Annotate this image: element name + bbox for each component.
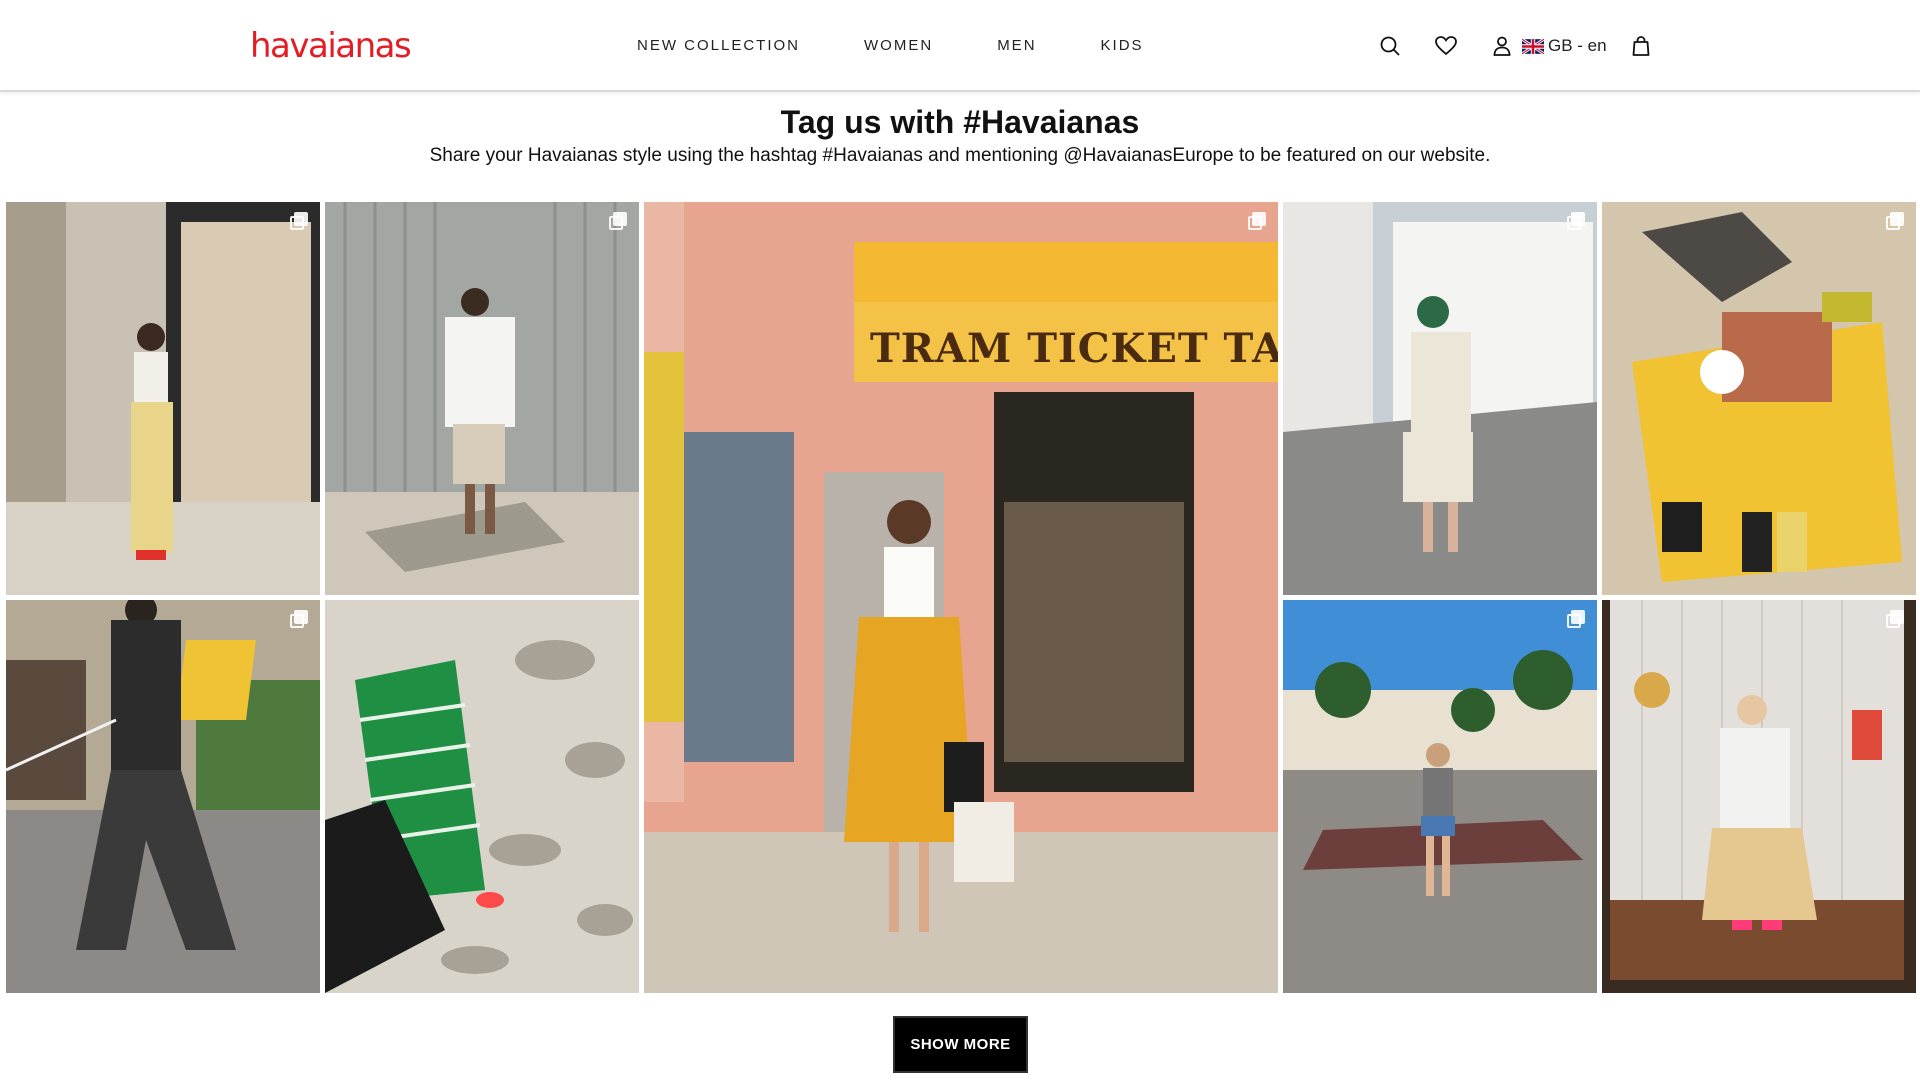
locale-selector[interactable]: GB - en	[1522, 36, 1607, 56]
locale-label: GB - en	[1548, 36, 1607, 55]
gallery-tile-2[interactable]	[325, 202, 639, 595]
multi-image-icon	[1248, 212, 1268, 232]
photo-beach-towel	[1602, 202, 1916, 595]
heart-icon[interactable]	[1432, 32, 1460, 60]
ugc-gallery: TRAM TICKET TABA	[6, 202, 1918, 993]
site-header: havaianas NEW COLLECTION WOMEN MEN KIDS …	[0, 0, 1920, 92]
gallery-tile-9[interactable]	[1602, 600, 1916, 993]
tram-ticket-sign: TRAM TICKET TABA	[870, 325, 1278, 372]
multi-image-icon	[1567, 212, 1587, 232]
bag-icon[interactable]	[1627, 32, 1655, 60]
show-more-button[interactable]: SHOW MORE	[893, 1016, 1028, 1073]
photo-woman-with-baby	[1283, 202, 1597, 595]
header-actions: GB - en	[1376, 32, 1655, 60]
user-icon[interactable]	[1488, 32, 1516, 60]
multi-image-icon	[290, 610, 310, 630]
multi-image-icon	[290, 212, 310, 232]
gallery-tile-4[interactable]	[1283, 202, 1597, 595]
multi-image-icon	[609, 212, 629, 232]
nav-women[interactable]: WOMEN	[864, 36, 933, 56]
photo-palm-street	[1283, 600, 1597, 993]
multi-image-icon	[1886, 610, 1906, 630]
page-subtitle: Share your Havaianas style using the has…	[429, 145, 1491, 166]
page-title: Tag us with #Havaianas	[780, 104, 1140, 140]
gallery-tile-7[interactable]	[325, 600, 639, 993]
search-icon[interactable]	[1376, 32, 1404, 60]
nav-men[interactable]: MEN	[997, 36, 1036, 56]
photo-tram-ticket-kiosk	[644, 202, 1278, 993]
nav-kids[interactable]: KIDS	[1101, 36, 1144, 56]
nav-new-collection[interactable]: NEW COLLECTION	[637, 36, 800, 56]
gallery-tile-6[interactable]	[6, 600, 320, 993]
multi-image-icon	[1567, 610, 1587, 630]
main-nav: NEW COLLECTION WOMEN MEN KIDS	[637, 36, 1144, 56]
brand-logo[interactable]: havaianas	[250, 26, 412, 66]
photo-mirror-selfie	[1602, 600, 1916, 993]
gallery-tile-1[interactable]	[6, 202, 320, 595]
photo-man-shutter	[325, 202, 639, 595]
photo-woman-doorway	[6, 202, 320, 595]
multi-image-icon	[1886, 212, 1906, 232]
flag-uk-icon	[1522, 38, 1544, 54]
gallery-tile-featured[interactable]: TRAM TICKET TABA	[644, 202, 1278, 993]
gallery-tile-8[interactable]	[1283, 600, 1597, 993]
gallery-tile-5[interactable]	[1602, 202, 1916, 595]
photo-man-dark-jumpsuit	[6, 600, 320, 993]
photo-green-striped-top	[325, 600, 639, 993]
